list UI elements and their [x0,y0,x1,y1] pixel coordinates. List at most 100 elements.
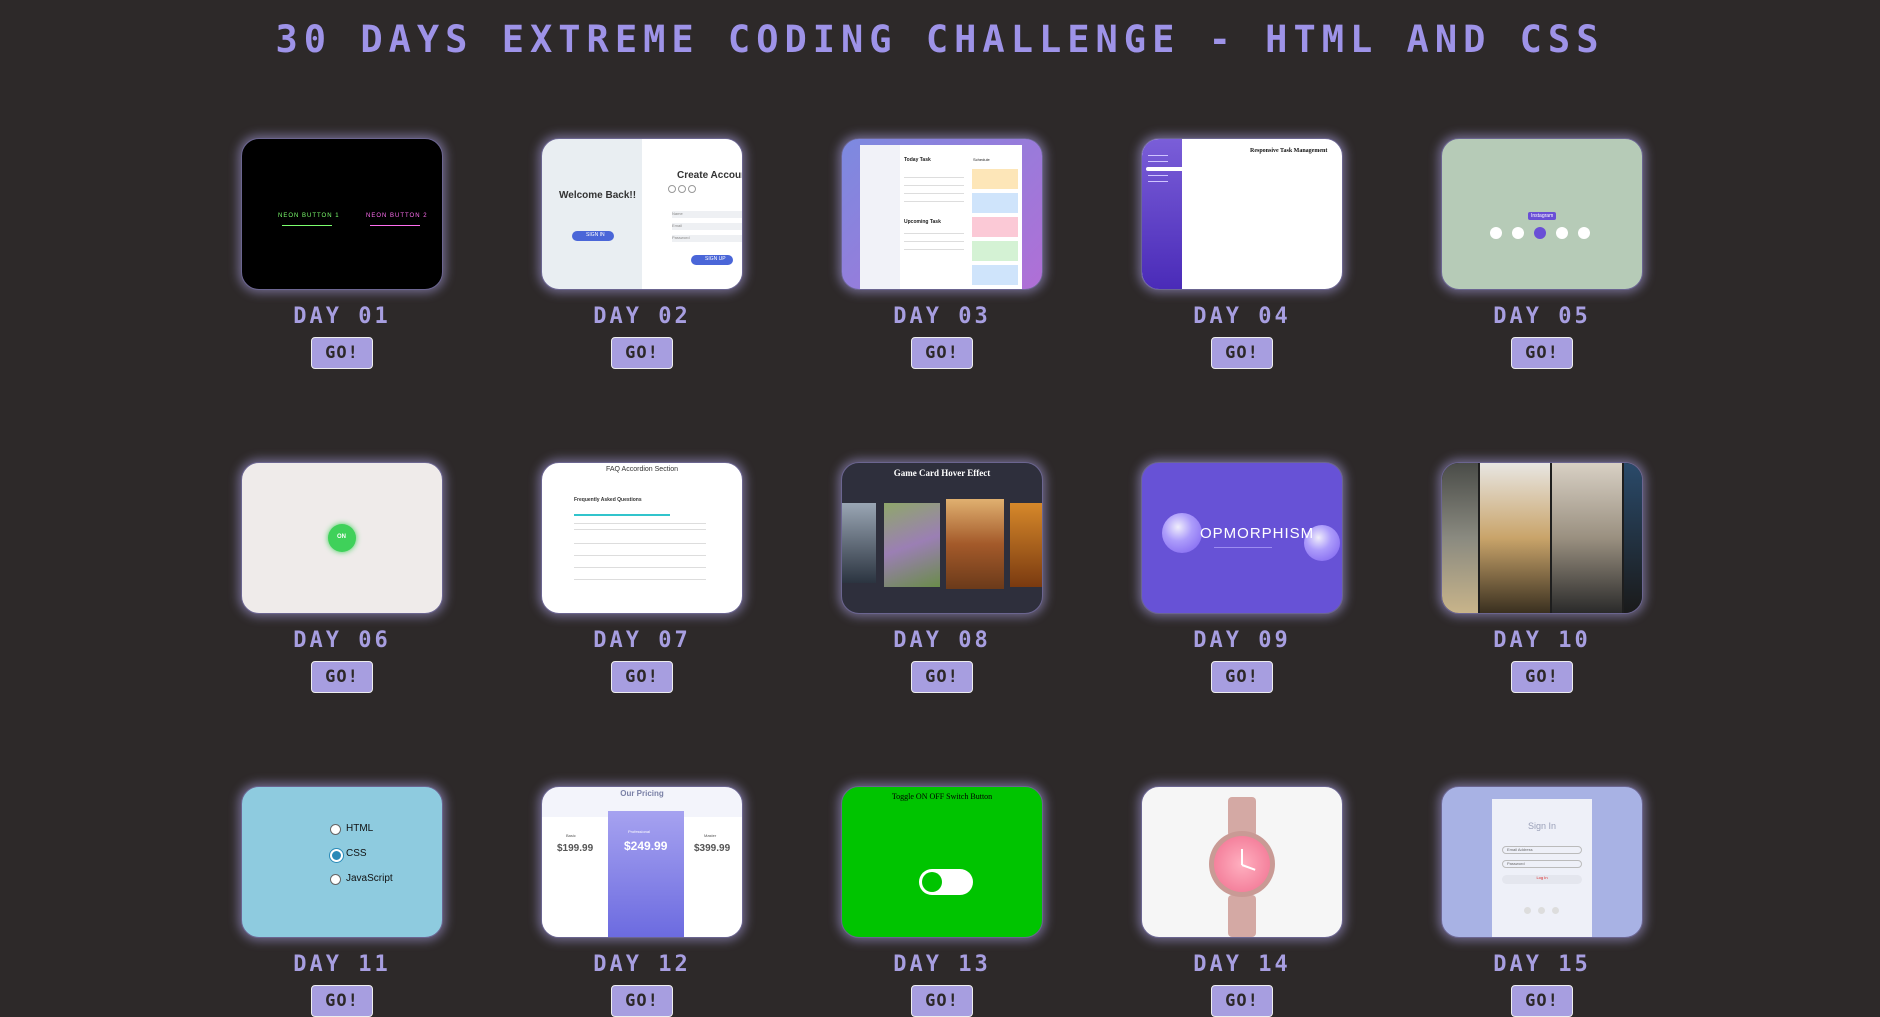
faq-subtitle: Frequently Asked Questions [574,497,642,503]
go-button[interactable]: GO! [1211,337,1273,369]
login-card [1492,799,1592,937]
radio-html [330,824,341,835]
faq-item [574,567,706,568]
neon-underline [282,225,332,226]
day-11-preview[interactable]: HTML CSS JavaScript [241,786,443,938]
day-06-preview[interactable]: ON [241,462,443,614]
go-button[interactable]: GO! [1511,337,1573,369]
go-button[interactable]: GO! [611,985,673,1017]
social-icon [1552,907,1559,914]
menu-item [1148,175,1168,176]
day-label: DAY 10 [1493,628,1591,653]
morphism-text: OPMORPHISM [1200,525,1315,542]
day-05-preview[interactable]: Instagram [1441,138,1643,290]
email-field: Email Address [1502,846,1582,854]
day-01-preview[interactable]: NEON BUTTON 1 NEON BUTTON 2 [241,138,443,290]
youtube-icon [1578,227,1590,239]
faq-open-item [574,514,670,516]
day-label: DAY 03 [893,304,991,329]
neon-button-1: NEON BUTTON 1 [278,213,340,219]
twitter-icon [1512,227,1524,239]
day-label: DAY 14 [1193,952,1291,977]
go-button[interactable]: GO! [911,337,973,369]
toggle-knob [922,872,942,892]
day-card: Instagram DAY 05 GO! [1441,138,1643,369]
price: $249.99 [624,839,668,853]
day-card: Sign In Email Address Password Log In DA… [1441,786,1643,1017]
game-card-title: Game Card Hover Effect [893,468,991,478]
go-button[interactable]: GO! [1211,661,1273,693]
upcoming-task-heading: Upcoming Task [904,219,941,225]
go-button[interactable]: GO! [311,985,373,1017]
day-label: DAY 01 [293,304,391,329]
faq-item [574,543,706,544]
task-row [904,249,964,250]
go-button[interactable]: GO! [911,985,973,1017]
social-icon [688,185,696,193]
watch-strap [1228,895,1256,937]
day-card: NEON BUTTON 1 NEON BUTTON 2 DAY 01 GO! [241,138,443,369]
page-title: 30 DAYS EXTREME CODING CHALLENGE - HTML … [275,18,1605,61]
game-card [842,503,876,583]
welcome-text: Welcome Back!! [559,190,637,201]
radio-javascript [330,874,341,885]
social-icon [678,185,686,193]
schedule-card [972,265,1018,285]
day-07-preview[interactable]: FAQ Accordion Section Frequently Asked Q… [541,462,743,614]
go-button[interactable]: GO! [1511,661,1573,693]
go-button[interactable]: GO! [611,661,673,693]
watch-hand [1241,849,1243,865]
radio-css-selected [330,849,343,862]
create-account-title: Create Account [677,170,742,181]
task-row [904,193,964,194]
day-04-preview[interactable]: Responsive Task Management [1141,138,1343,290]
schedule-card [972,217,1018,237]
day-02-preview[interactable]: Welcome Back!! SIGN IN Create Account Na… [541,138,743,290]
radio-label: CSS [346,848,367,859]
day-card: HTML CSS JavaScript DAY 11 GO! [241,786,443,1017]
menu-item [1148,181,1168,182]
faq-item [574,579,706,580]
day-09-preview[interactable]: OPMORPHISM [1141,462,1343,614]
schedule-heading: Schedule [973,157,990,162]
day-15-preview[interactable]: Sign In Email Address Password Log In [1441,786,1643,938]
day-12-preview[interactable]: Our Pricing Basic Professional Master $1… [541,786,743,938]
go-button[interactable]: GO! [611,337,673,369]
go-button[interactable]: GO! [911,661,973,693]
task-row [904,177,964,178]
go-button[interactable]: GO! [311,661,373,693]
gallery-image [1624,463,1642,613]
toggle-label: ON [337,534,346,540]
plan-name: Basic [566,833,576,838]
day-card: Welcome Back!! SIGN IN Create Account Na… [541,138,743,369]
task-row [904,233,964,234]
day-14-preview[interactable] [1141,786,1343,938]
day-card: Our Pricing Basic Professional Master $1… [541,786,743,1017]
menu-item [1148,161,1168,162]
task-row [904,185,964,186]
gallery-image [1552,463,1622,613]
day-08-preview[interactable]: Game Card Hover Effect [841,462,1043,614]
login-button: Log In [1502,875,1582,884]
glass-bubble [1162,513,1202,553]
go-button[interactable]: GO! [1511,985,1573,1017]
day-label: DAY 12 [593,952,691,977]
active-menu-item [1146,167,1182,171]
email-field: Email [672,223,742,230]
tooltip: Instagram [1528,212,1557,220]
day-card: ON DAY 06 GO! [241,462,443,693]
plan-name: Master [704,833,717,838]
go-button[interactable]: GO! [311,337,373,369]
day-10-preview[interactable] [1441,462,1643,614]
facebook-icon [1490,227,1502,239]
game-card [946,499,1004,589]
faq-title: FAQ Accordion Section [606,466,678,473]
go-button[interactable]: GO! [1211,985,1273,1017]
faq-answer [574,523,706,524]
faq-item [574,555,706,556]
day-03-preview[interactable]: Today Task Upcoming Task Schedule [841,138,1043,290]
heading: Responsive Task Management [1250,148,1328,154]
schedule-card [972,193,1018,213]
task-sidebar [860,145,900,289]
day-13-preview[interactable]: Toggle ON OFF Switch Button [841,786,1043,938]
